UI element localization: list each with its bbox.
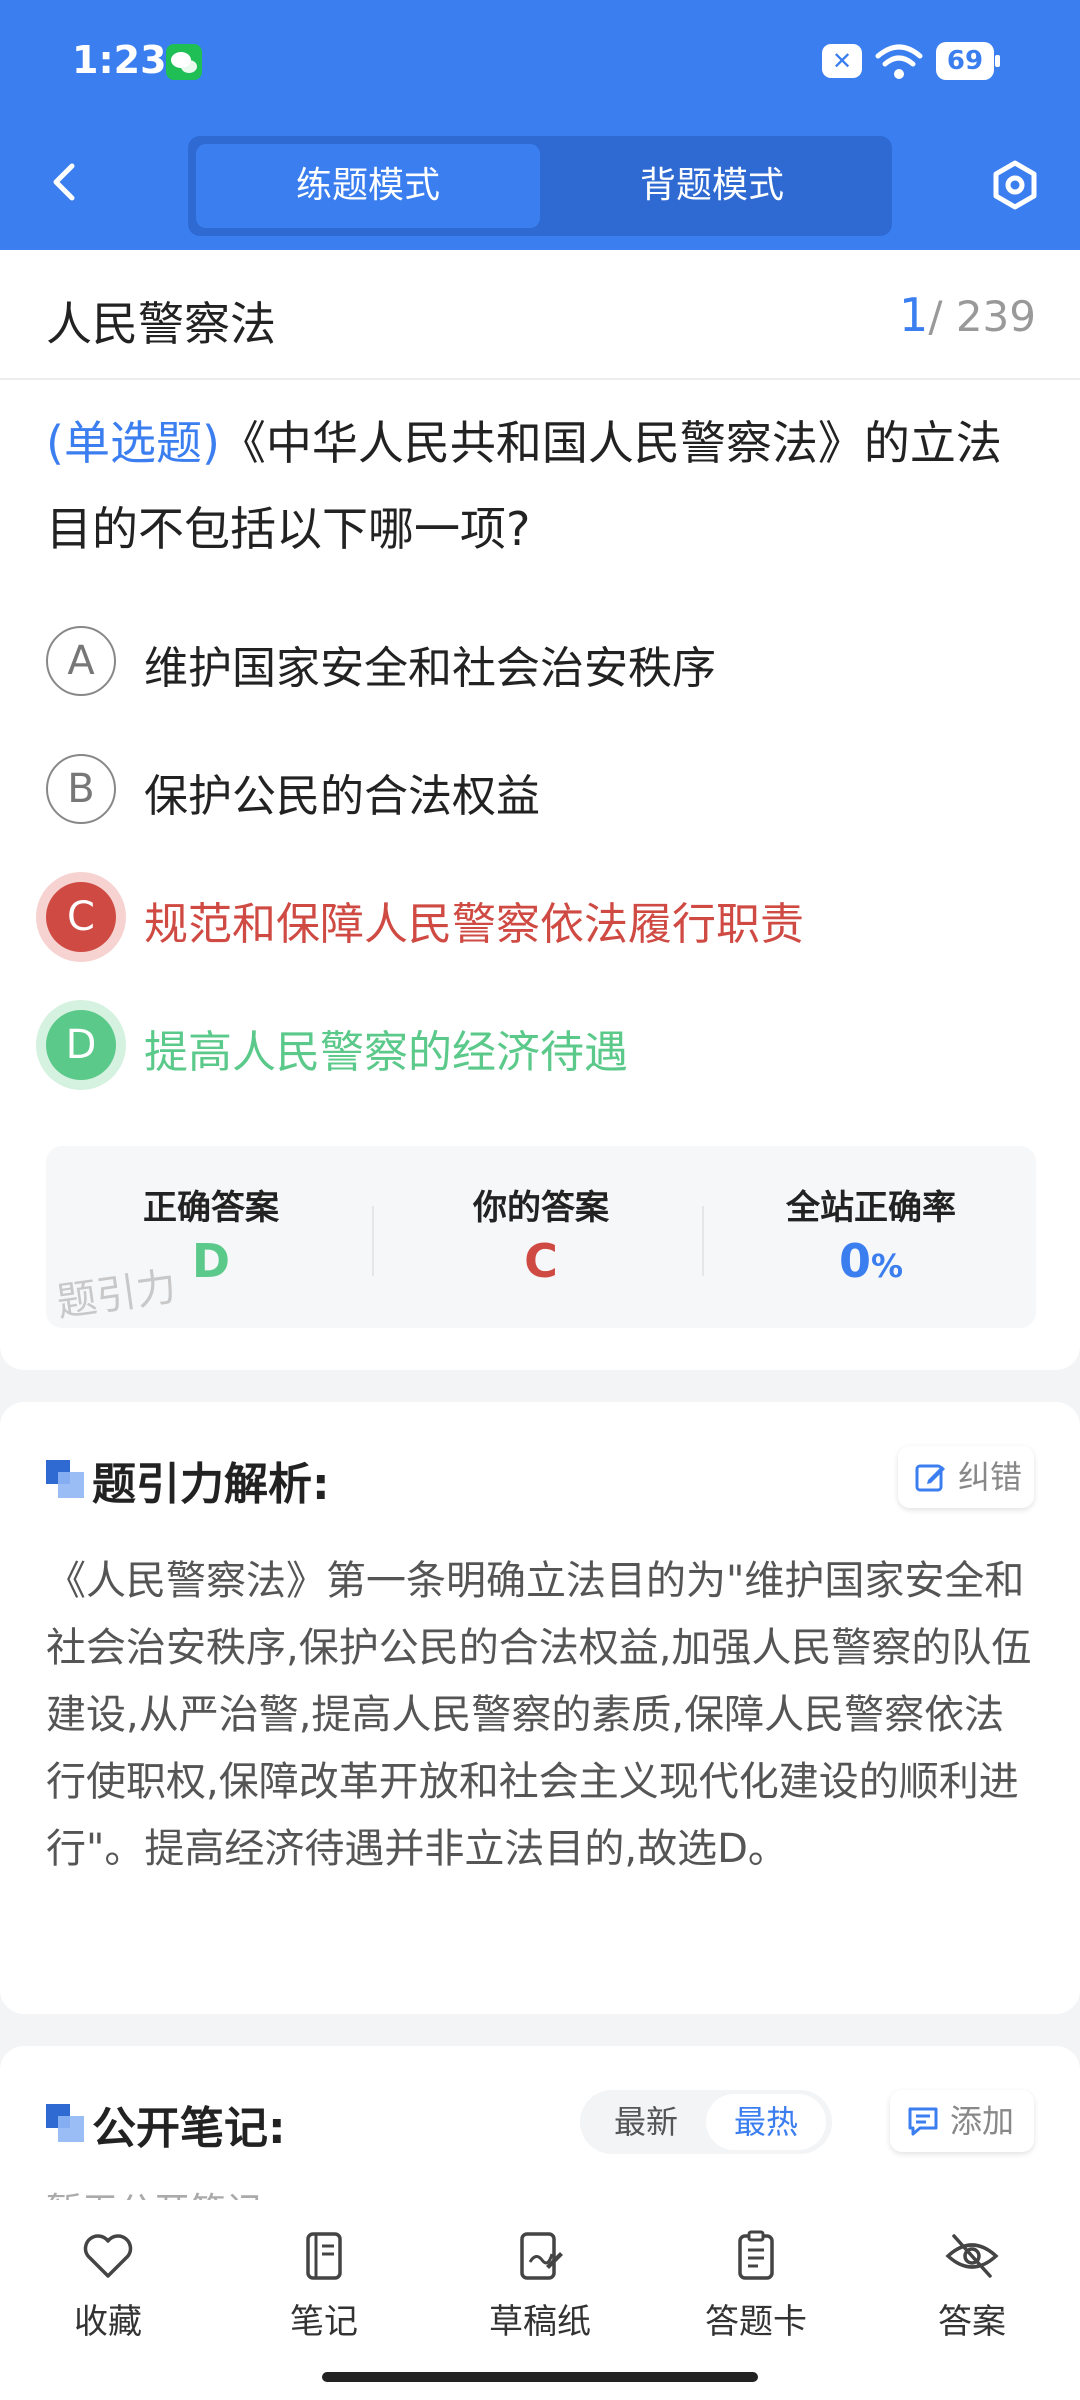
accuracy-number: 0 <box>838 1234 871 1288</box>
nav-label: 草稿纸 <box>489 2302 591 2342</box>
option-letter: A <box>46 626 116 696</box>
nav-answer-card[interactable]: 答题卡 <box>676 2228 836 2348</box>
answer-card-icon <box>738 2230 774 2280</box>
wechat-icon <box>166 44 202 80</box>
section-title: 人民警察法 <box>46 297 276 351</box>
back-icon[interactable] <box>44 160 88 204</box>
nav-label: 笔记 <box>290 2302 358 2342</box>
battery-icon: 69 <box>936 42 1000 80</box>
divider <box>0 378 1080 380</box>
wifi-icon <box>875 44 923 79</box>
nav-draft[interactable]: 草稿纸 <box>460 2228 620 2348</box>
notes-title: 公开笔记: <box>92 2103 286 2154</box>
home-indicator <box>322 2372 758 2382</box>
nav-answer[interactable]: 答案 <box>892 2228 1052 2348</box>
tab-practice-mode[interactable]: 练题模式 <box>196 144 540 228</box>
accuracy-col: 全站正确率 0% <box>706 1146 1036 1328</box>
notes-sort-toggle: 最新 最热 <box>580 2090 832 2154</box>
report-error-label: 纠错 <box>958 1458 1023 1496</box>
option-d[interactable]: D 提高人民警察的经济待遇 <box>46 996 1036 1096</box>
nav-notes[interactable]: 笔记 <box>244 2228 404 2348</box>
add-note-label: 添加 <box>950 2102 1015 2140</box>
your-answer-col: 你的答案 C <box>376 1146 706 1328</box>
accuracy-label: 全站正确率 <box>786 1188 956 1228</box>
separator <box>702 1206 704 1276</box>
report-error-button[interactable]: 纠错 <box>898 1446 1034 1508</box>
your-answer-value: C <box>524 1234 558 1288</box>
status-time: 1:23 <box>72 38 167 82</box>
draft-icon <box>520 2232 563 2280</box>
current-index: 1 <box>899 288 929 342</box>
question-text: (单选题)《中华人民共和国人民警察法》的立法目的不包括以下哪一项? <box>46 400 1036 572</box>
section-square-icon <box>46 2104 84 2142</box>
sort-latest[interactable]: 最新 <box>586 2094 706 2150</box>
analysis-text: 《人民警察法》第一条明确立法目的为"维护国家安全和社会治安秩序,保护公民的合法权… <box>46 1558 1032 1872</box>
comment-icon <box>908 2107 938 2136</box>
mode-switch: 练题模式 背题模式 <box>188 136 892 236</box>
analysis-title: 题引力解析: <box>92 1459 330 1510</box>
option-text: 保护公民的合法权益 <box>144 771 540 822</box>
option-b[interactable]: B 保护公民的合法权益 <box>46 740 1036 840</box>
sort-hottest[interactable]: 最热 <box>706 2094 826 2150</box>
option-letter: D <box>46 1010 116 1080</box>
accuracy-unit: % <box>870 1247 904 1285</box>
add-note-button[interactable]: 添加 <box>890 2090 1034 2152</box>
accuracy-value: 0% <box>706 1234 1036 1288</box>
option-text: 规范和保障人民警察依法履行职责 <box>144 899 804 950</box>
notebook-icon <box>306 2232 342 2280</box>
your-answer-label: 你的答案 <box>473 1188 609 1228</box>
option-letter: B <box>46 754 116 824</box>
option-text: 维护国家安全和社会治安秩序 <box>144 643 716 694</box>
question-counter: 1/ 239 <box>899 288 1036 342</box>
total-count: / 239 <box>928 292 1036 341</box>
option-text: 提高人民警察的经济待遇 <box>144 1027 628 1078</box>
nav-label: 答案 <box>938 2302 1006 2342</box>
no-sim-icon: ✕ <box>822 44 862 78</box>
eye-off-icon <box>945 2234 999 2278</box>
tab-memorize-mode[interactable]: 背题模式 <box>540 144 884 228</box>
answer-summary: 正确答案 D 你的答案 C 全站正确率 0% <box>46 1146 1036 1328</box>
edit-icon <box>915 1464 945 1492</box>
nav-favorite[interactable]: 收藏 <box>28 2228 188 2348</box>
option-letter: C <box>46 882 116 952</box>
correct-answer-label: 正确答案 <box>143 1188 279 1228</box>
settings-icon[interactable] <box>990 160 1040 210</box>
question-type: (单选题) <box>46 416 220 470</box>
option-c[interactable]: C 规范和保障人民警察依法履行职责 <box>46 868 1036 968</box>
nav-label: 答题卡 <box>705 2302 807 2342</box>
heart-icon <box>83 2234 133 2278</box>
nav-label: 收藏 <box>74 2302 142 2342</box>
separator <box>372 1206 374 1276</box>
section-square-icon <box>46 1460 84 1498</box>
option-a[interactable]: A 维护国家安全和社会治安秩序 <box>46 612 1036 712</box>
